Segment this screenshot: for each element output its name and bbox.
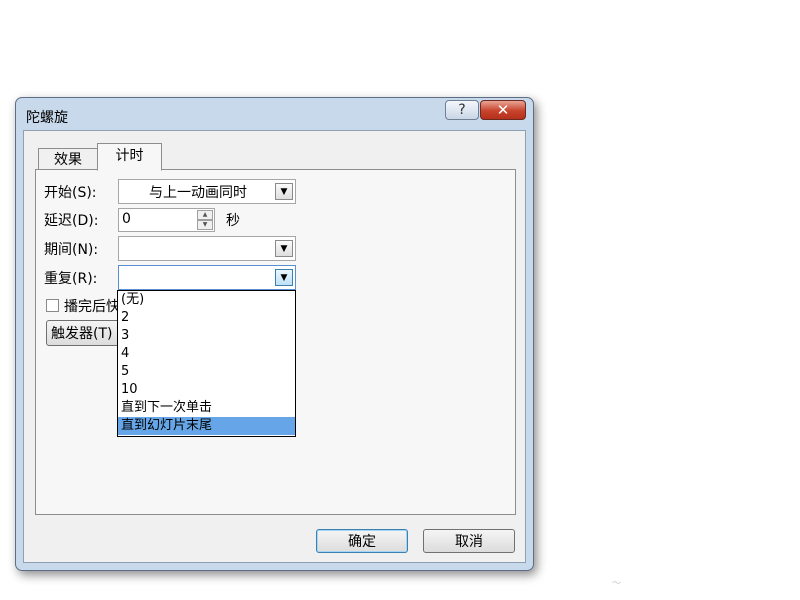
list-item[interactable]: (无) (118, 291, 295, 309)
repeat-combo[interactable]: ▼ (118, 265, 296, 290)
list-item[interactable]: 3 (118, 327, 295, 345)
list-item-selected[interactable]: 直到幻灯片末尾 (118, 417, 295, 435)
duration-label: 期间(N): (44, 242, 99, 258)
spin-down-icon[interactable]: ▼ (197, 220, 213, 230)
triggers-label: 触发器(T) (51, 326, 113, 342)
rewind-checkbox[interactable] (46, 299, 59, 312)
help-icon: ? (458, 102, 466, 118)
repeat-label: 重复(R): (44, 271, 98, 287)
chevron-down-icon[interactable]: ▼ (275, 240, 293, 257)
rewind-label: 播完后快 (64, 299, 120, 315)
list-item[interactable]: 10 (118, 381, 295, 399)
cancel-label: 取消 (455, 534, 483, 550)
delay-unit: 秒 (226, 213, 240, 229)
dialog-title: 陀螺旋 (26, 110, 68, 126)
close-button[interactable]: ✕ (480, 100, 526, 120)
tab-timing[interactable]: 计时 (97, 143, 162, 171)
spin-up-icon[interactable]: ▲ (197, 210, 213, 220)
ok-label: 确定 (348, 534, 376, 550)
delay-spin-buttons: ▲ ▼ (197, 210, 213, 230)
repeat-dropdown-list: (无) 2 3 4 5 10 直到下一次单击 直到幻灯片末尾 (117, 290, 296, 437)
cancel-button[interactable]: 取消 (423, 529, 515, 553)
chevron-down-icon[interactable]: ▼ (275, 269, 293, 286)
delay-spinner[interactable]: 0 ▲ ▼ (118, 208, 215, 232)
list-item[interactable]: 2 (118, 309, 295, 327)
tab-effect[interactable]: 效果 (38, 148, 98, 170)
delay-value: 0 (122, 211, 131, 227)
chevron-down-icon[interactable]: ▼ (275, 183, 293, 200)
close-icon: ✕ (496, 101, 510, 119)
list-item[interactable]: 4 (118, 345, 295, 363)
start-combo[interactable]: 与上一动画同时 ▼ (118, 179, 296, 204)
list-item[interactable]: 直到下一次单击 (118, 399, 295, 417)
decoration-mark: ～ (612, 579, 622, 589)
duration-combo[interactable]: ▼ (118, 236, 296, 261)
ok-button[interactable]: 确定 (316, 529, 408, 553)
start-value: 与上一动画同时 (149, 185, 247, 201)
help-button[interactable]: ? (445, 100, 479, 120)
list-item[interactable]: 5 (118, 363, 295, 381)
delay-label: 延迟(D): (44, 213, 99, 229)
title-bar: 陀螺旋 ? ✕ (16, 98, 533, 130)
triggers-button[interactable]: 触发器(T) (46, 320, 126, 346)
start-label: 开始(S): (44, 185, 97, 201)
